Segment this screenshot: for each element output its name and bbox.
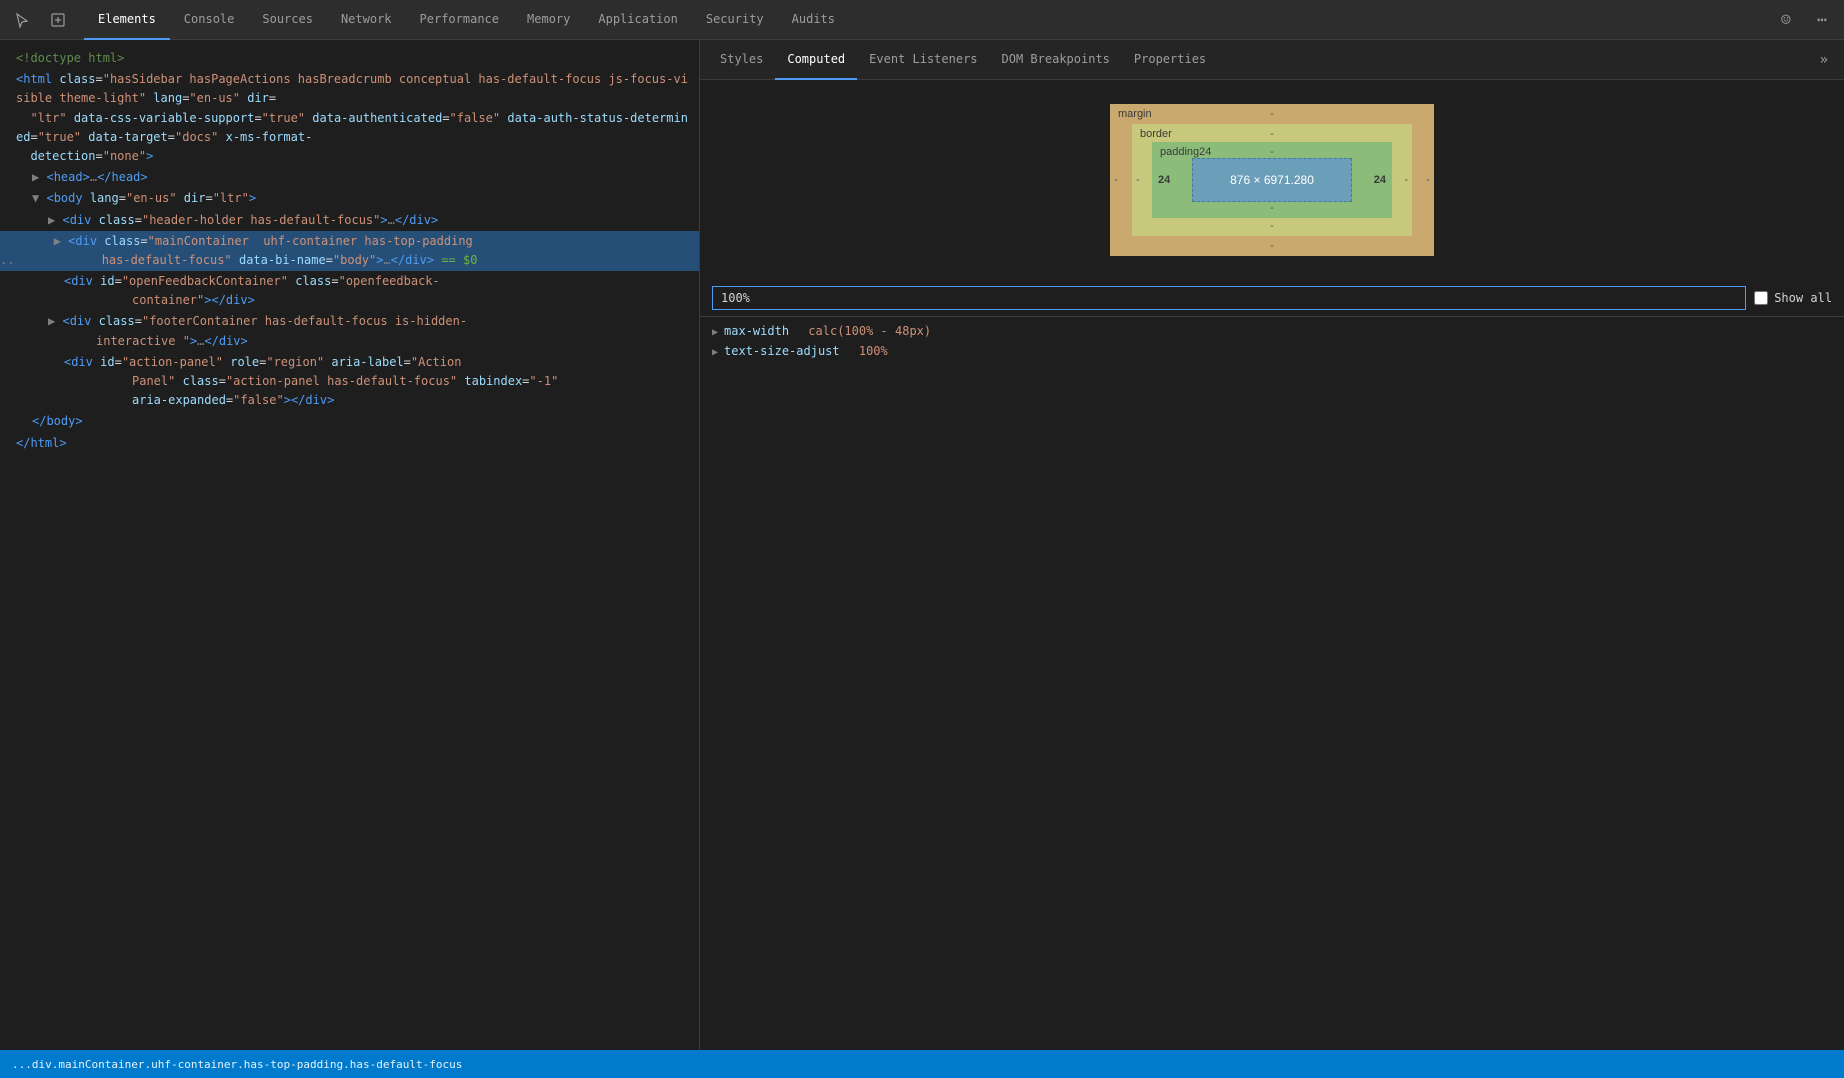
content-dimensions: 876 × 6971.280: [1230, 173, 1314, 187]
border-right-value: -: [1404, 174, 1408, 186]
padding-bottom-value: -: [1270, 202, 1274, 214]
breadcrumb-dots: ...: [12, 1058, 32, 1071]
sub-tab-properties[interactable]: Properties: [1122, 40, 1218, 80]
css-properties-list: ▶ max-width calc(100% - 48px) ▶ text-size-a…: [700, 317, 1844, 1050]
padding-top-value: -: [1270, 146, 1274, 158]
sub-tab-computed[interactable]: Computed: [775, 40, 857, 80]
sub-tab-dom-breakpoints[interactable]: DOM Breakpoints: [990, 40, 1122, 80]
html-line[interactable]: <html class="hasSidebar hasPageActions h…: [0, 69, 699, 167]
tab-elements[interactable]: Elements: [84, 0, 170, 40]
cursor-icon[interactable]: [8, 6, 36, 34]
css-prop-row[interactable]: ▶ text-size-adjust 100%: [700, 341, 1844, 361]
padding-box: padding24 - - 24 24 876 × 6971.280: [1152, 142, 1392, 218]
css-expand-icon[interactable]: ▶: [712, 327, 718, 338]
main-tabs: ElementsConsoleSourcesNetworkPerformance…: [84, 0, 849, 40]
border-left-value: -: [1136, 174, 1140, 186]
border-box: border - - - - padding24 - - 24 24 8: [1132, 124, 1412, 236]
margin-box: margin - - - - border - - - - padding24 …: [1110, 104, 1434, 256]
margin-left-value: -: [1114, 174, 1118, 186]
tab-memory[interactable]: Memory: [513, 0, 584, 40]
tab-security[interactable]: Security: [692, 0, 778, 40]
box-model-container: margin - - - - border - - - - padding24 …: [700, 80, 1844, 280]
toolbar-icons: [8, 6, 72, 34]
tab-sources[interactable]: Sources: [248, 0, 327, 40]
css-prop-name: max-width: [724, 324, 789, 338]
html-line[interactable]: </html>: [0, 433, 699, 454]
html-line[interactable]: </body>: [0, 411, 699, 432]
tab-audits[interactable]: Audits: [778, 0, 849, 40]
css-prop-value: calc(100% - 48px): [808, 324, 931, 338]
main-layout: <!doctype html><html class="hasSidebar h…: [0, 40, 1844, 1050]
border-top-value: -: [1270, 128, 1274, 140]
more-options-icon[interactable]: ⋯: [1808, 6, 1836, 34]
padding-label: padding24: [1160, 146, 1211, 158]
content-box: 876 × 6971.280: [1192, 158, 1352, 202]
sub-tab-event-listeners[interactable]: Event Listeners: [857, 40, 989, 80]
right-panel: StylesComputedEvent ListenersDOM Breakpo…: [700, 40, 1844, 1050]
filter-area: Show all: [700, 280, 1844, 317]
margin-right-value: -: [1426, 174, 1430, 186]
smiley-icon[interactable]: ☺: [1772, 6, 1800, 34]
margin-bottom-value: -: [1270, 240, 1274, 252]
bottom-breadcrumb: ... div.mainContainer.uhf-container.has-…: [0, 1050, 1844, 1078]
html-line[interactable]: <!doctype html>: [0, 48, 699, 69]
sub-tab-styles[interactable]: Styles: [708, 40, 775, 80]
tab-application[interactable]: Application: [584, 0, 691, 40]
css-props-container: ▶ max-width calc(100% - 48px) ▶ text-size-a…: [700, 321, 1844, 361]
breadcrumb-text: div.mainContainer.uhf-container.has-top-…: [32, 1058, 462, 1071]
more-sub-tabs-icon[interactable]: »: [1812, 52, 1836, 68]
html-line[interactable]: <div id="openFeedbackContainer" class="o…: [0, 271, 699, 311]
top-tabs-right: ☺ ⋯: [1772, 6, 1836, 34]
html-line[interactable]: ▼ <body lang="en-us" dir="ltr">: [0, 188, 699, 209]
tab-performance[interactable]: Performance: [406, 0, 513, 40]
html-tree: <!doctype html><html class="hasSidebar h…: [0, 48, 699, 454]
margin-label: margin: [1118, 108, 1152, 120]
padding-right-value: 24: [1374, 174, 1386, 186]
html-line[interactable]: ▶ <div class="header-holder has-default-…: [0, 210, 699, 231]
html-line[interactable]: <div id="action-panel" role="region" ari…: [0, 352, 699, 412]
show-all-label[interactable]: Show all: [1754, 291, 1832, 305]
show-all-checkbox[interactable]: [1754, 291, 1768, 305]
html-line[interactable]: ▶ <head>…</head>: [0, 167, 699, 188]
css-expand-icon[interactable]: ▶: [712, 347, 718, 358]
html-line[interactable]: ▶ <div class="footerContainer has-defaul…: [0, 311, 699, 351]
tab-network[interactable]: Network: [327, 0, 406, 40]
elements-panel: <!doctype html><html class="hasSidebar h…: [0, 40, 700, 1050]
inspect-icon[interactable]: [44, 6, 72, 34]
margin-top-value: -: [1270, 108, 1274, 120]
border-bottom-value: -: [1270, 220, 1274, 232]
css-prop-name: text-size-adjust: [724, 344, 840, 358]
sub-tabs-list: StylesComputedEvent ListenersDOM Breakpo…: [708, 40, 1218, 80]
filter-input[interactable]: [712, 286, 1746, 310]
css-prop-value: 100%: [859, 344, 888, 358]
css-prop-row[interactable]: ▶ max-width calc(100% - 48px): [700, 321, 1844, 341]
html-line[interactable]: .. ▶ <div class="mainContainer uhf-conta…: [0, 231, 699, 271]
border-label: border: [1140, 128, 1172, 140]
padding-left-value: 24: [1158, 174, 1170, 186]
sub-tabs: StylesComputedEvent ListenersDOM Breakpo…: [700, 40, 1844, 80]
tab-console[interactable]: Console: [170, 0, 249, 40]
top-tab-bar: ElementsConsoleSourcesNetworkPerformance…: [0, 0, 1844, 40]
